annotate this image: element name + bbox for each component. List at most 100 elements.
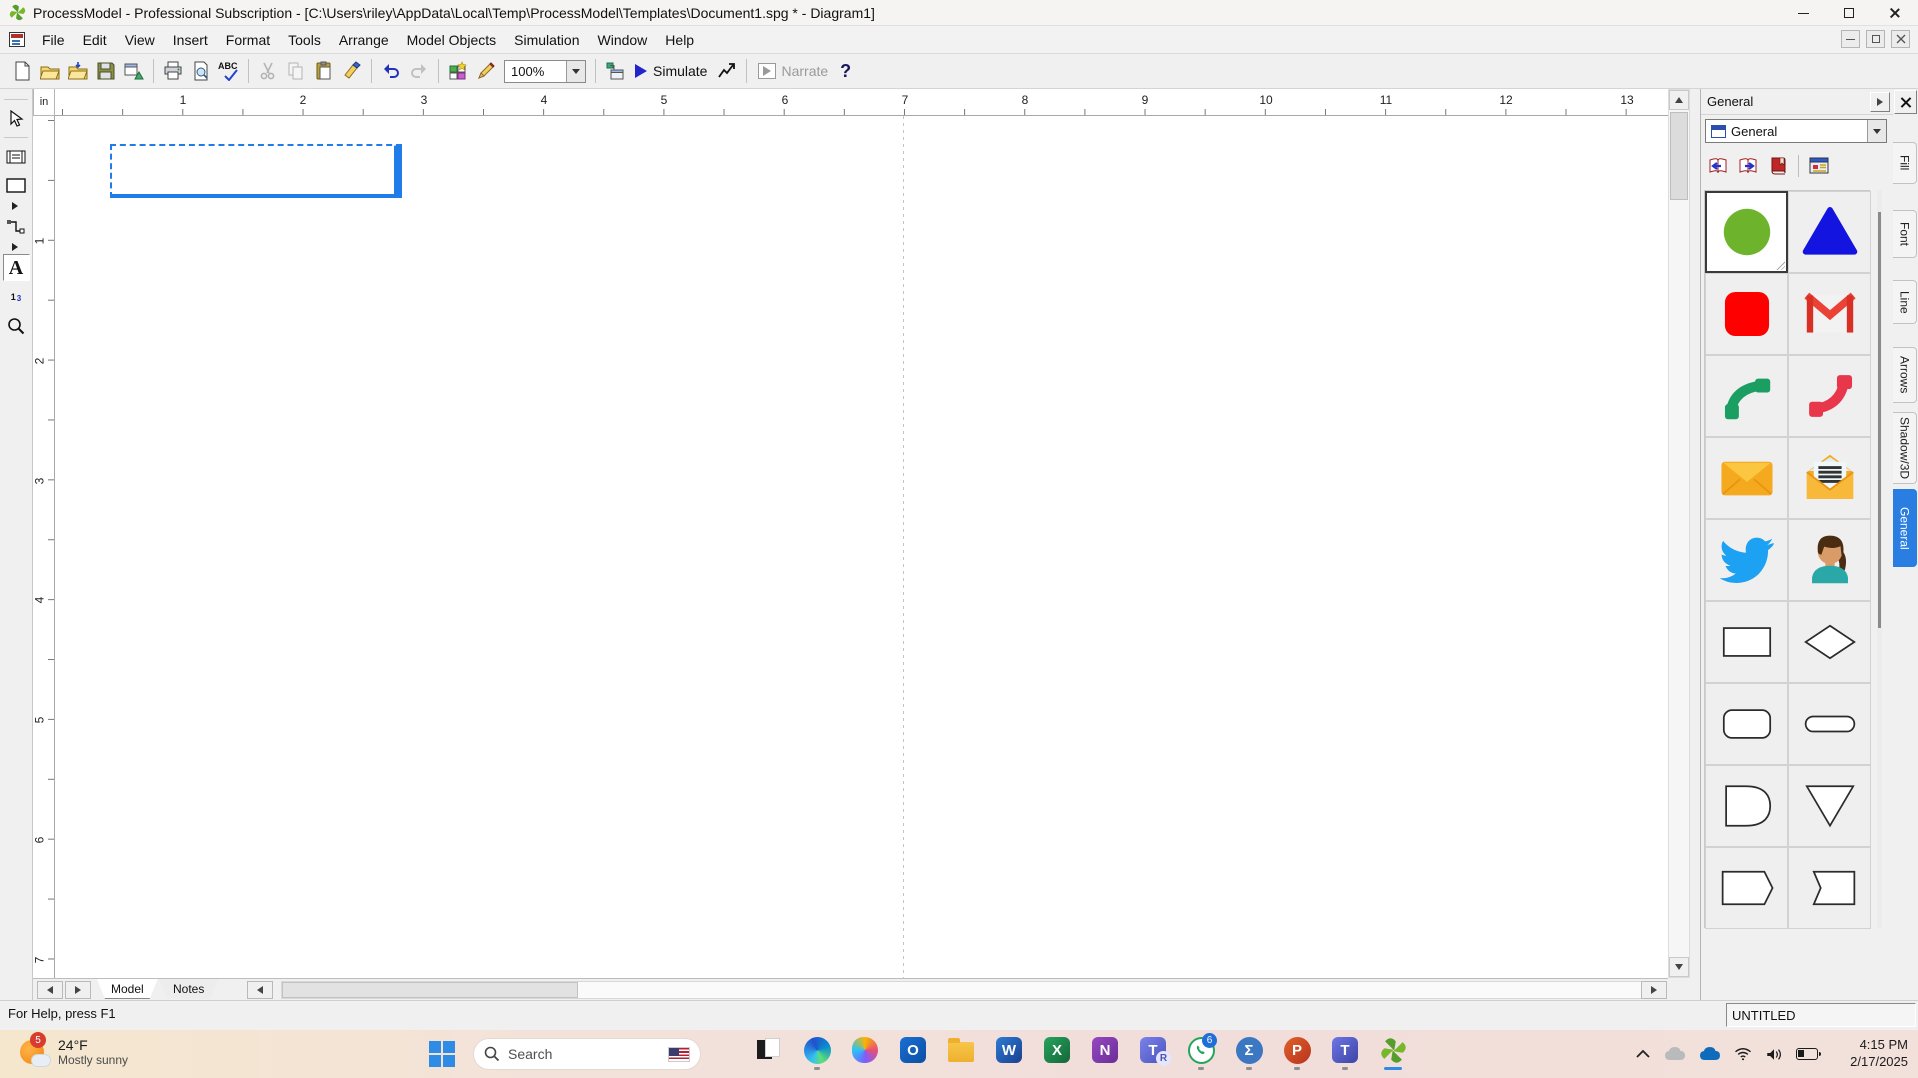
tab-shadow3d[interactable]: Shadow/3D (1893, 412, 1917, 484)
spellcheck-button[interactable]: ABC (215, 57, 243, 85)
print-button[interactable] (159, 57, 187, 85)
panel-close-button[interactable] (1894, 90, 1917, 114)
redo-button[interactable] (405, 57, 433, 85)
volume-icon[interactable] (1765, 1047, 1783, 1062)
taskbar-clock[interactable]: 4:15 PM 2/17/2025 (1850, 1036, 1908, 1070)
gallery-book-button[interactable] (1765, 153, 1791, 179)
start-button[interactable] (428, 1040, 456, 1068)
panel-expand-button[interactable] (1870, 91, 1890, 112)
onedrive-icon[interactable] (1699, 1047, 1721, 1061)
connector-tool[interactable] (3, 213, 30, 240)
menu-help[interactable]: Help (656, 28, 703, 52)
previous-gallery-button[interactable] (1705, 153, 1731, 179)
child-close-button[interactable] (1891, 30, 1910, 48)
shape-set-dropdown-button[interactable] (1867, 120, 1886, 142)
model-objects-window-button[interactable] (601, 57, 629, 85)
horizontal-scroll-thumb[interactable] (282, 982, 578, 998)
shape-person-avatar[interactable] (1788, 519, 1871, 601)
shape-phone-green[interactable] (1705, 355, 1788, 437)
search-box[interactable]: Search (473, 1038, 701, 1070)
tab-scroll-right-button[interactable] (65, 981, 91, 999)
stats-chart-button[interactable] (713, 57, 741, 85)
vertical-scrollbar[interactable] (1668, 89, 1690, 978)
zoom-dropdown-button[interactable] (566, 60, 585, 82)
menu-format[interactable]: Format (217, 28, 279, 52)
hscroll-left-button[interactable] (247, 981, 273, 999)
paste-button[interactable] (310, 57, 338, 85)
battery-icon[interactable] (1796, 1048, 1821, 1060)
tab-line[interactable]: Line (1893, 280, 1917, 324)
copilot-button[interactable] (848, 1036, 882, 1076)
scenarios-button[interactable] (444, 57, 472, 85)
child-restore-button[interactable] (1866, 30, 1885, 48)
teams-button[interactable]: T (1328, 1036, 1362, 1076)
hscroll-right-button[interactable] (1641, 981, 1667, 999)
shape-green-circle[interactable] (1705, 191, 1788, 273)
scroll-down-button[interactable] (1669, 957, 1689, 977)
activity-tool[interactable] (3, 143, 30, 170)
tab-font[interactable]: Font (1893, 210, 1917, 258)
word-button[interactable]: W (992, 1036, 1026, 1076)
menu-model-objects[interactable]: Model Objects (398, 28, 505, 52)
horizontal-scrollbar[interactable] (281, 981, 1645, 999)
menu-file[interactable]: File (33, 28, 74, 52)
menu-insert[interactable]: Insert (164, 28, 217, 52)
shape-inverted-triangle[interactable] (1788, 765, 1871, 847)
shape-stadium[interactable] (1788, 683, 1871, 765)
shape-phone-red[interactable] (1788, 355, 1871, 437)
tab-notes[interactable]: Notes (159, 979, 218, 999)
pencil-button[interactable] (472, 57, 500, 85)
tray-chevron-icon[interactable] (1635, 1049, 1651, 1059)
cut-button[interactable] (254, 57, 282, 85)
gallery-scroll-thumb[interactable] (1878, 212, 1881, 628)
shape-rectangle[interactable] (1705, 601, 1788, 683)
format-painter-button[interactable] (338, 57, 366, 85)
shape-flyout-arrow[interactable] (12, 202, 18, 210)
diagram-canvas[interactable] (55, 116, 1668, 978)
onenote-button[interactable]: N (1088, 1036, 1122, 1076)
menu-view[interactable]: View (116, 28, 164, 52)
menu-edit[interactable]: Edit (74, 28, 116, 52)
processmodel-taskbar-button[interactable] (1376, 1036, 1410, 1076)
numbering-tool[interactable]: 13 (3, 283, 30, 310)
child-minimize-button[interactable] (1841, 30, 1860, 48)
powerpoint-button[interactable]: P (1280, 1036, 1314, 1076)
sigma-app-button[interactable]: Σ (1232, 1036, 1266, 1076)
tab-scroll-left-button[interactable] (37, 981, 63, 999)
help-button[interactable]: ? (834, 61, 857, 82)
menu-simulation[interactable]: Simulation (505, 28, 588, 52)
shape-set-combo[interactable]: General (1705, 119, 1887, 143)
shape-pointed-rectangle[interactable] (1705, 847, 1788, 929)
maximize-button[interactable] (1826, 0, 1872, 26)
shape-chevron-rectangle[interactable] (1788, 847, 1871, 929)
menu-arrange[interactable]: Arrange (330, 28, 398, 52)
outlook-button[interactable]: O (896, 1036, 930, 1076)
edge-button[interactable] (800, 1036, 834, 1076)
publish-button[interactable] (120, 57, 148, 85)
teams-rooms-button[interactable]: TR (1136, 1036, 1171, 1076)
open-button[interactable] (36, 57, 64, 85)
excel-button[interactable]: X (1040, 1036, 1074, 1076)
copy-button[interactable] (282, 57, 310, 85)
shape-envelope-open[interactable] (1788, 437, 1871, 519)
file-explorer-button[interactable] (944, 1036, 978, 1076)
minimize-button[interactable] (1780, 0, 1826, 26)
save-button[interactable] (92, 57, 120, 85)
shape-gmail[interactable] (1788, 273, 1871, 355)
vertical-scroll-thumb[interactable] (1670, 112, 1688, 200)
shape-rounded-rectangle[interactable] (1705, 683, 1788, 765)
shape-blue-triangle[interactable] (1788, 191, 1871, 273)
simulate-button[interactable]: Simulate (629, 61, 713, 81)
entity-tool[interactable] (3, 172, 30, 199)
text-tool[interactable]: A (2, 254, 30, 281)
tab-general[interactable]: General (1893, 489, 1917, 567)
task-view-button[interactable] (752, 1036, 786, 1076)
tab-arrows[interactable]: Arrows (1893, 347, 1917, 403)
menu-tools[interactable]: Tools (279, 28, 330, 52)
zoom-tool[interactable] (3, 312, 30, 339)
menu-window[interactable]: Window (589, 28, 657, 52)
narrate-button[interactable]: Narrate (752, 61, 834, 81)
tab-fill[interactable]: Fill (1893, 142, 1917, 184)
pointer-tool[interactable] (3, 105, 30, 132)
shape-red-rounded-square[interactable] (1705, 273, 1788, 355)
